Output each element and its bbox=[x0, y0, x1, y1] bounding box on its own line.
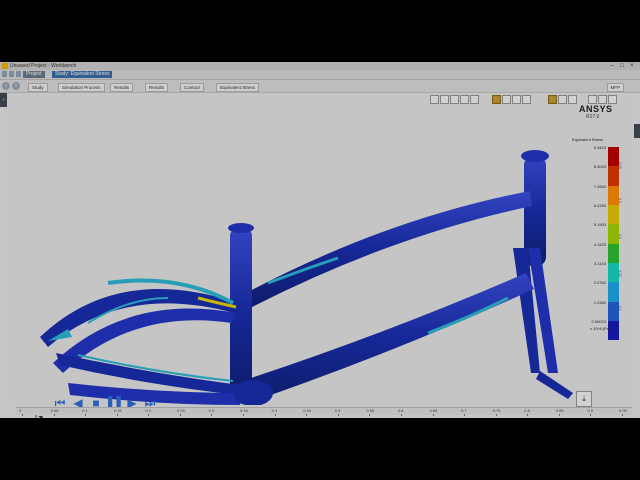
timeline-tick-mark bbox=[274, 414, 276, 416]
maximize-button[interactable]: □ bbox=[620, 62, 624, 70]
breadcrumb-contour[interactable]: Contour bbox=[180, 83, 205, 92]
timeline-tick-label: 0.55 bbox=[366, 408, 375, 413]
legend-label: 7.2663 bbox=[593, 183, 606, 189]
help-button[interactable]: MFP bbox=[606, 83, 624, 92]
grid-icon[interactable] bbox=[2, 71, 7, 77]
breadcrumb-study[interactable]: Study bbox=[28, 83, 48, 92]
timeline-tick-label: 0.4 bbox=[271, 408, 278, 413]
timeline-tick-mark bbox=[464, 414, 466, 416]
timeline-tick-label: 0.8 bbox=[524, 408, 530, 413]
breadcrumb-results[interactable]: Results bbox=[110, 83, 134, 92]
title-bar: Unsaved Project - Workbench – □ × bbox=[0, 62, 640, 70]
right-panel-toggle[interactable] bbox=[634, 124, 640, 138]
tab-project[interactable]: Project bbox=[23, 71, 45, 78]
timeline-tick-label: 0.95 bbox=[619, 408, 627, 413]
timeline-tick-label: 0.5 bbox=[334, 408, 341, 413]
back-button[interactable]: ‹ bbox=[2, 82, 10, 90]
workbench-window: Unsaved Project - Workbench – □ × Projec… bbox=[0, 62, 640, 418]
timeline-ruler[interactable]: 0 0.05 0.1 0.15 0.2 0.25 0.3 0.35 0.4 0.45 0.5 0.55… bbox=[16, 407, 632, 416]
timeline-tick-mark bbox=[53, 414, 55, 416]
timeline-tick-label: 0.05 bbox=[50, 408, 59, 413]
close-button[interactable]: × bbox=[630, 62, 634, 70]
ansys-version: R17.0 bbox=[586, 114, 600, 120]
timeline-tick-label: 0.65 bbox=[429, 408, 438, 413]
timeline-tick-mark bbox=[243, 414, 245, 416]
timeline-tick-mark bbox=[432, 414, 434, 416]
timeline-tick-label: 0.25 bbox=[176, 408, 185, 413]
legend-unit: x 10^8 (Pa) bbox=[590, 326, 611, 331]
timeline-tick-mark bbox=[116, 414, 118, 416]
legend-side-label: 0.15 bbox=[618, 270, 622, 277]
breadcrumb-simulation-process[interactable]: Simulation Process bbox=[58, 83, 105, 92]
timeline-tick-mark bbox=[306, 414, 308, 416]
timeline-tick-mark bbox=[590, 414, 592, 416]
timeline-tick-label: 0.15 bbox=[113, 408, 122, 413]
timeline-tick-mark bbox=[622, 414, 623, 416]
timeline-tick-mark bbox=[558, 414, 560, 416]
timeline-tick-mark bbox=[337, 414, 339, 416]
left-panel-toggle[interactable]: › bbox=[0, 93, 7, 107]
legend-label: 2.0762 bbox=[593, 280, 606, 286]
tab-study[interactable]: Study: Equivalent Stress bbox=[52, 71, 113, 78]
legend-side-label: 0.1 bbox=[618, 306, 622, 311]
legend-color-band bbox=[608, 243, 619, 263]
bottom-bracket bbox=[233, 380, 273, 405]
legend-label: 4.1523 bbox=[593, 241, 606, 247]
timeline-tick-mark bbox=[22, 414, 23, 416]
timeline-tick-label: 0.2 bbox=[145, 408, 151, 413]
legend-label: 9.3423 bbox=[593, 145, 606, 150]
legend-color-band bbox=[608, 166, 619, 186]
legend-color-band bbox=[608, 301, 619, 321]
legend-color-band bbox=[608, 282, 619, 302]
grid-icon[interactable] bbox=[16, 71, 21, 77]
window-title: Unsaved Project - Workbench bbox=[10, 63, 77, 69]
timeline-tick-label: 0.6 bbox=[397, 408, 404, 413]
timeline-tick-mark bbox=[400, 414, 402, 416]
legend-label: 6.2283 bbox=[593, 202, 606, 208]
bike-frame-model[interactable] bbox=[8, 93, 634, 405]
timeline-tick-mark bbox=[495, 414, 497, 416]
export-button[interactable]: ⤓ bbox=[576, 391, 592, 407]
timeline-tick-mark bbox=[369, 414, 371, 416]
breadcrumb-results-2[interactable]: Results bbox=[145, 83, 169, 92]
timeline-tick-label: 0.35 bbox=[240, 408, 248, 413]
legend-side-label: 0.2 bbox=[618, 234, 622, 239]
graphics-viewport[interactable] bbox=[8, 93, 634, 418]
timeline-tick-label: 0.85 bbox=[555, 408, 564, 413]
legend-side-label: 0.45 bbox=[618, 162, 622, 169]
timeline-tick-mark bbox=[148, 414, 150, 416]
legend-title: Equivalent Stress bbox=[572, 137, 604, 142]
ansys-brand: ANSYS bbox=[579, 104, 613, 114]
timeline-tick-mark bbox=[179, 414, 181, 416]
timeline-tick-label: 0 bbox=[19, 408, 22, 413]
legend-label: 0.00023 bbox=[591, 318, 606, 324]
legend-label: 1.0382 bbox=[593, 299, 606, 305]
legend-label: 8.3043 bbox=[593, 164, 606, 170]
minimize-button[interactable]: – bbox=[610, 62, 613, 70]
breadcrumb-equivalent-stress[interactable]: Equivalent Stress bbox=[216, 83, 260, 92]
timeline-tick-label: 0.1 bbox=[82, 408, 88, 413]
ansys-logo-icon bbox=[2, 63, 8, 69]
timeline-tick-label: 0.75 bbox=[492, 408, 501, 413]
grid-icon[interactable] bbox=[9, 71, 14, 77]
forward-button[interactable]: › bbox=[12, 82, 20, 90]
timeline-tick-label: 0.3 bbox=[208, 408, 215, 413]
legend-color-band bbox=[608, 204, 619, 225]
timeline-tick-label: 0.45 bbox=[303, 408, 311, 413]
timeline-tick-mark bbox=[211, 414, 213, 416]
legend-label: 5.1903 bbox=[593, 222, 606, 228]
timeline-tick-label: 0.7 bbox=[461, 408, 467, 413]
legend-side-label: 0.3 bbox=[618, 198, 622, 203]
timeline-tick-label: 0.9 bbox=[587, 408, 593, 413]
legend-label: 3.1143 bbox=[594, 260, 606, 266]
tab-bar: Project Study: Equivalent Stress bbox=[0, 70, 640, 80]
timeline-tick-mark bbox=[527, 414, 529, 416]
breadcrumb: ‹ › Study Simulation Process Results Res… bbox=[0, 80, 640, 93]
timeline-tick-mark bbox=[85, 414, 87, 416]
